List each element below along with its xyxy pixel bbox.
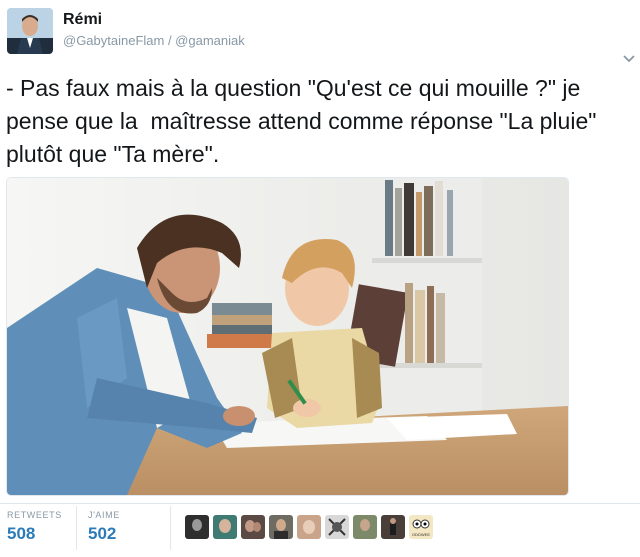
liker-avatar[interactable] — [269, 515, 293, 539]
retweets-count[interactable]: 508 — [7, 524, 62, 544]
liker-avatar[interactable] — [297, 515, 321, 539]
tweet-media-photo[interactable] — [6, 177, 569, 496]
liker-avatar[interactable] — [325, 515, 349, 539]
liker-avatar[interactable] — [185, 515, 209, 539]
user-avatar[interactable] — [7, 8, 53, 54]
stats-separator — [76, 506, 77, 550]
retweets-label: RETWEETS — [7, 510, 62, 520]
stats-separator — [170, 506, 171, 550]
user-avatar-image — [7, 8, 53, 54]
user-handles[interactable]: @GabytaineFlam / @gamaniak — [63, 33, 245, 48]
stats-divider — [0, 503, 640, 504]
liker-avatar[interactable] — [241, 515, 265, 539]
user-display-name[interactable]: Rémi — [63, 11, 102, 29]
likes-label: J'AIME — [88, 510, 120, 520]
liker-avatar[interactable] — [381, 515, 405, 539]
likes-count[interactable]: 502 — [88, 524, 120, 544]
likes-stat[interactable]: J'AIME 502 — [88, 510, 120, 544]
liker-avatar[interactable]: ODDWEE — [409, 515, 433, 539]
retweets-stat[interactable]: RETWEETS 508 — [7, 510, 62, 544]
liker-avatar[interactable] — [213, 515, 237, 539]
chevron-down-icon[interactable] — [622, 54, 636, 64]
photo-father-child-drawing — [7, 178, 568, 495]
tweet-text: - Pas faux mais à la question "Qu'est ce… — [6, 75, 603, 167]
liker-logo-text: ODDWEE — [412, 532, 430, 537]
liker-avatar[interactable] — [353, 515, 377, 539]
